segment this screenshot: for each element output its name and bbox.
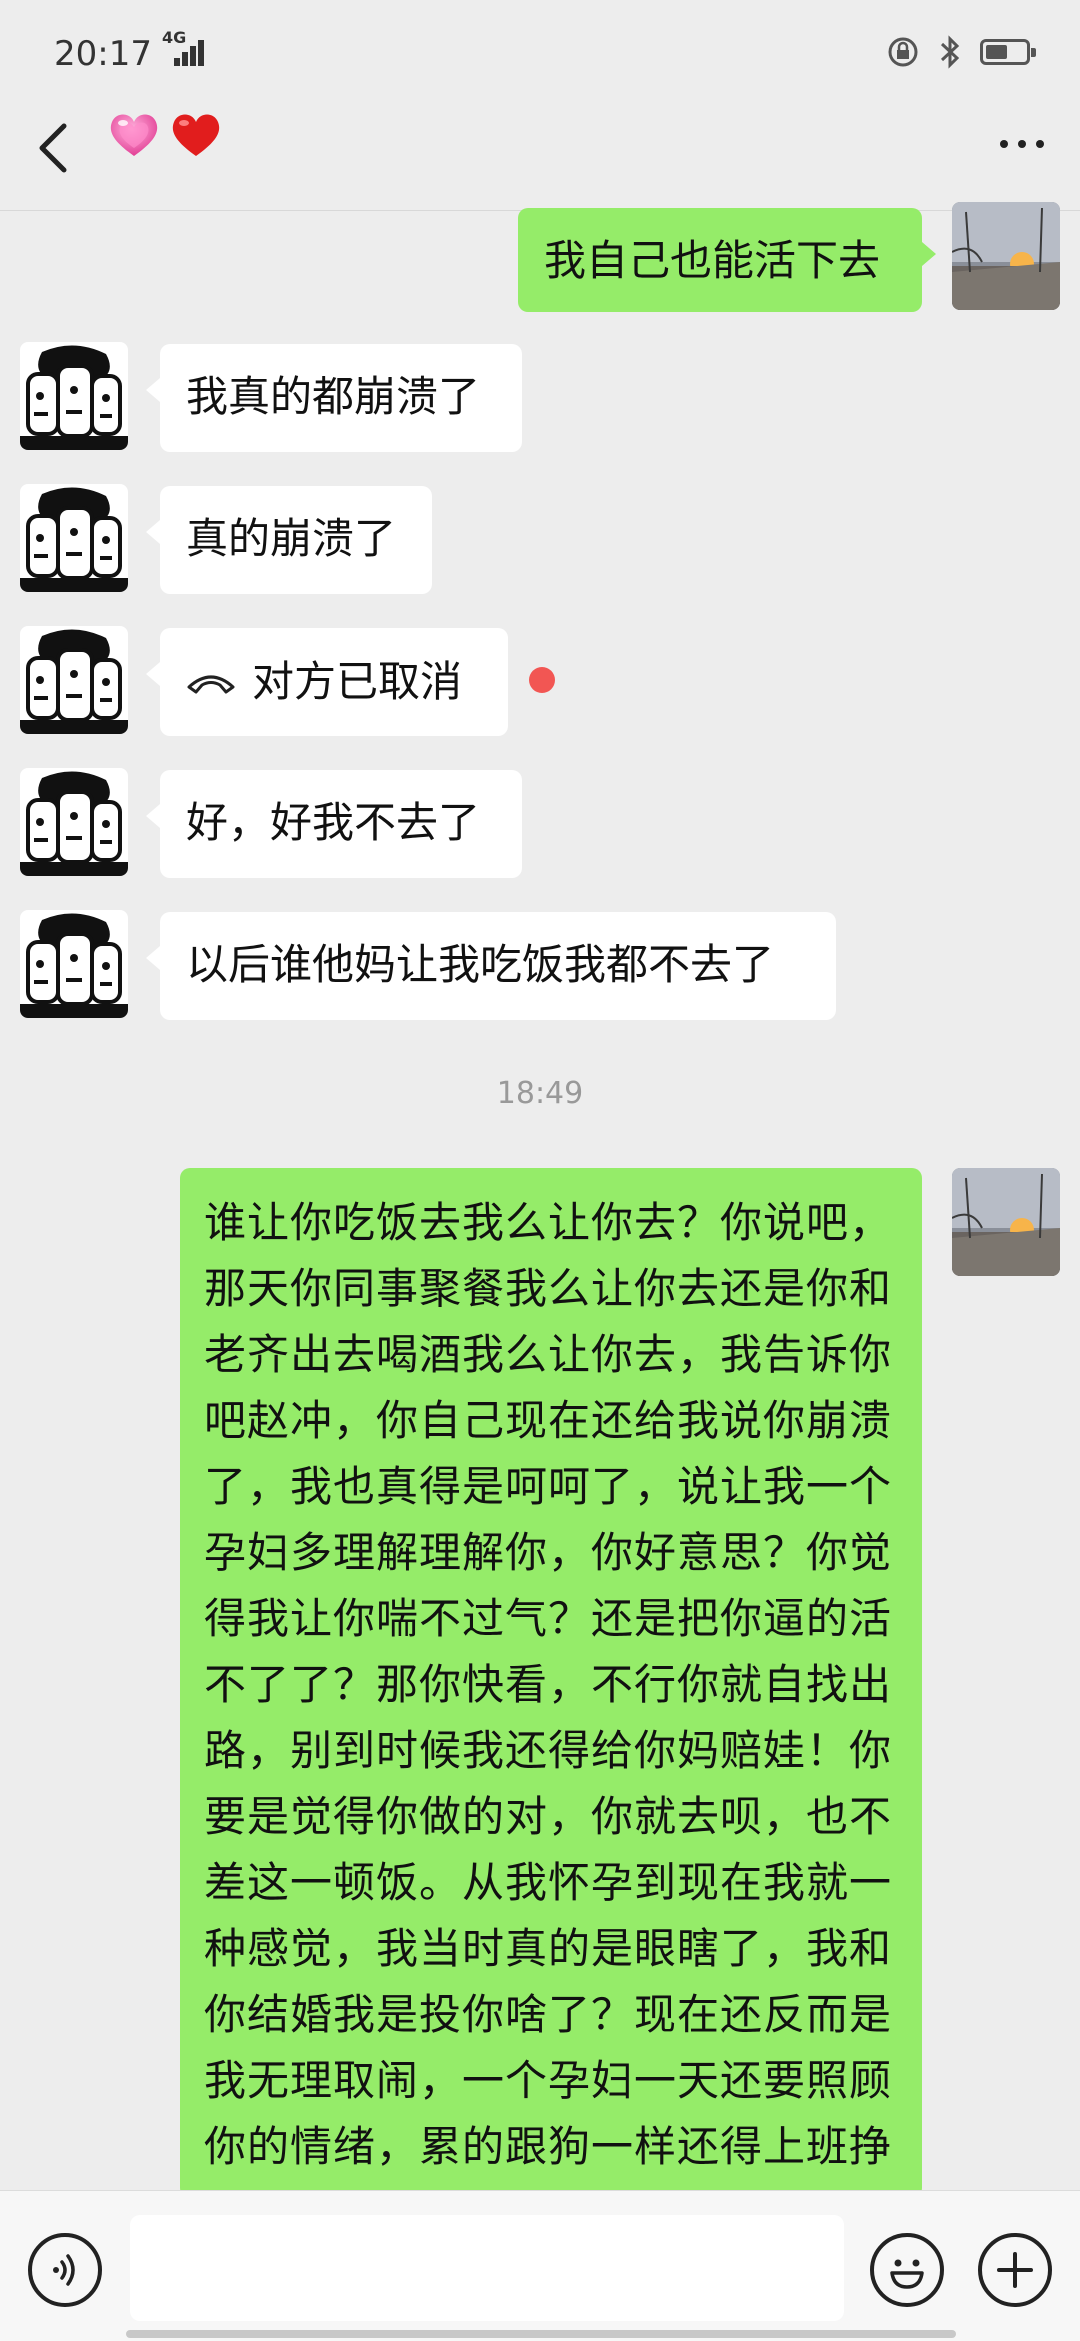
rotation-lock-icon (888, 37, 918, 67)
more-functions-button[interactable] (978, 2233, 1052, 2307)
message-text: 我自己也能活下去 (544, 236, 881, 285)
contact-name (106, 106, 224, 162)
emoji-button[interactable] (870, 2233, 944, 2307)
message-text: 真的崩溃了 (186, 514, 397, 563)
message-input[interactable] (130, 2215, 844, 2321)
contact-avatar[interactable] (20, 484, 128, 592)
input-bar (0, 2190, 1080, 2341)
red-heart-emoji-icon (172, 114, 220, 156)
contact-avatar[interactable] (20, 626, 128, 734)
message-text: 好，好我不去了 (186, 798, 481, 847)
message-bubble[interactable]: 我真的都崩溃了 (146, 344, 522, 452)
message-bubble[interactable]: 我自己也能活下去 (518, 208, 936, 312)
chat-header (0, 80, 1080, 211)
contact-avatar[interactable] (20, 768, 128, 876)
signal-icon: 4G (160, 28, 204, 70)
hangup-phone-icon (187, 675, 235, 694)
navigation-bar (126, 2330, 956, 2338)
battery-icon (980, 39, 1036, 65)
call-cancelled-bubble[interactable]: 对方已取消 (146, 628, 508, 736)
message-text: 我真的都崩溃了 (186, 372, 481, 421)
contact-avatar[interactable] (20, 342, 128, 450)
more-options-icon[interactable] (1000, 140, 1044, 148)
voice-input-button[interactable] (28, 2233, 102, 2307)
message-bubble[interactable]: 好，好我不去了 (146, 770, 522, 878)
plus-icon (997, 2252, 1033, 2288)
contact-avatar[interactable] (20, 910, 128, 1018)
pink-heart-emoji-icon (110, 114, 158, 156)
message-bubble[interactable]: 以后谁他妈让我吃饭我都不去了 (146, 912, 836, 1020)
voice-icon (53, 2254, 75, 2286)
message-text: 以后谁他妈让我吃饭我都不去了 (186, 940, 775, 989)
status-time: 20:17 (54, 34, 152, 74)
message-timestamp: 18:49 (496, 1076, 584, 1111)
message-text: 谁让你吃饭去我么让你去？你说吧，那天你同事聚餐我么让你去还是你和老齐出去喝酒我么… (204, 1198, 893, 2171)
message-bubble[interactable]: 真的崩溃了 (146, 486, 432, 594)
message-bubble[interactable]: 谁让你吃饭去我么让你去？你说吧，那天你同事聚餐我么让你去还是你和老齐出去喝酒我么… (180, 1168, 922, 2198)
my-avatar[interactable] (952, 1168, 1060, 1276)
bluetooth-icon (940, 35, 960, 69)
network-type: 4G (162, 28, 187, 47)
message-text: 对方已取消 (252, 657, 463, 706)
unread-dot (529, 667, 555, 693)
my-avatar[interactable] (952, 202, 1060, 310)
back-arrow-icon[interactable] (30, 118, 80, 178)
smiley-icon (890, 2259, 924, 2289)
